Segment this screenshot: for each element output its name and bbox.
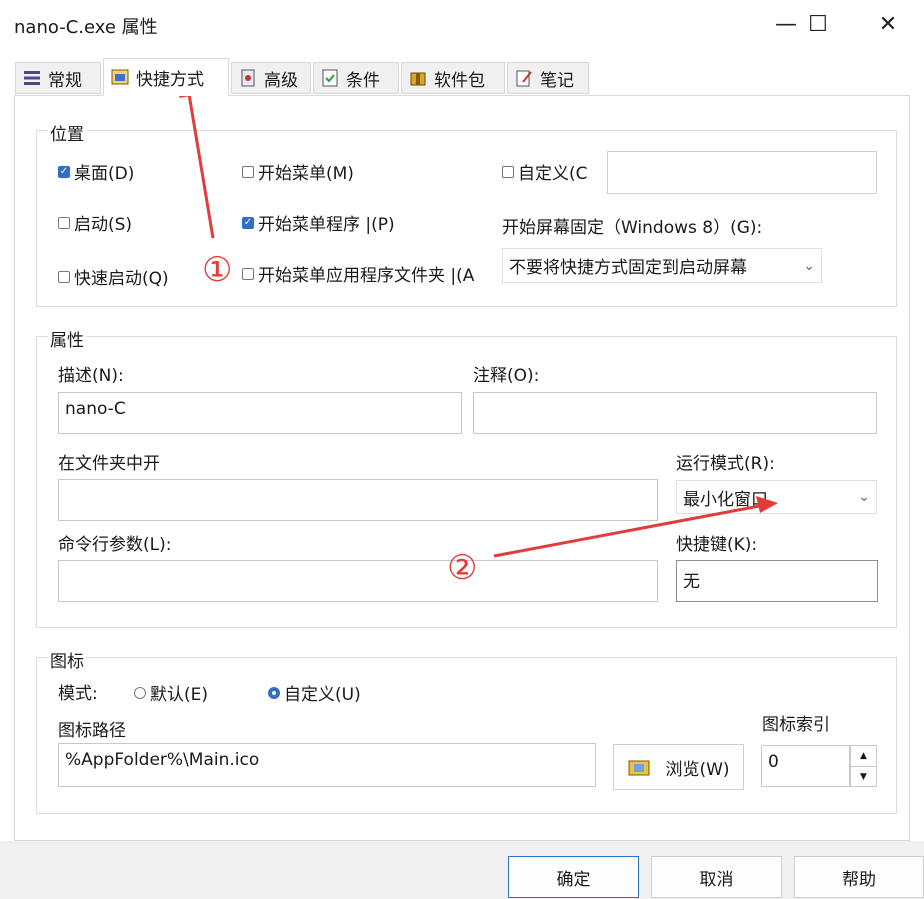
maximize-icon: ☐	[808, 11, 828, 37]
tab-general[interactable]: 常规	[15, 62, 101, 94]
startmenu-apps-label: 开始菜单应用程序文件夹 |(A	[258, 266, 475, 286]
dialog-footer	[0, 841, 924, 899]
help-button[interactable]: 帮助	[794, 856, 924, 898]
ok-button[interactable]: 确定	[508, 856, 639, 898]
desktop-label: 桌面(D)	[74, 164, 135, 184]
start-folder-label: 在文件夹中开	[58, 454, 160, 474]
tab-general-label: 常规	[48, 70, 82, 91]
checkmark-icon: ✓	[242, 216, 254, 229]
startmenu-apps-checkbox[interactable]: 开始菜单应用程序文件夹 |(A	[242, 261, 480, 286]
run-mode-value: 最小化窗口	[683, 489, 768, 510]
quicklaunch-label: 快速启动(Q)	[74, 269, 169, 289]
spin-up-icon[interactable]: ▲	[851, 746, 876, 767]
maximize-button[interactable]: ☐	[796, 4, 840, 44]
startup-label: 启动(S)	[74, 215, 133, 235]
pin-label: 开始屏幕固定（Windows 8）(G):	[502, 218, 763, 238]
browse-label: 浏览(W)	[665, 759, 730, 780]
notes-icon	[516, 70, 532, 87]
checkbox-box	[58, 216, 70, 229]
package-icon	[410, 72, 426, 86]
tab-notes-label: 笔记	[540, 70, 574, 91]
startmenu-programs-label: 开始菜单程序 |(P)	[258, 215, 395, 235]
tab-advanced-label: 高级	[264, 70, 298, 91]
tab-notes[interactable]: 笔记	[507, 62, 589, 94]
radio-off-icon	[134, 686, 146, 699]
icon-index-label: 图标索引	[762, 715, 830, 735]
checkbox-box	[58, 270, 70, 283]
tab-shortcut-label: 快捷方式	[136, 69, 204, 90]
checklist-icon	[322, 69, 338, 87]
startmenu-label: 开始菜单(M)	[258, 164, 354, 184]
tab-package[interactable]: 软件包	[401, 62, 505, 94]
close-button[interactable]: ✕	[866, 4, 910, 44]
folder-browse-icon	[628, 760, 650, 776]
location-legend: 位置	[48, 120, 86, 145]
advanced-icon	[241, 69, 255, 87]
icon-path-field[interactable]: %AppFolder%\Main.ico	[58, 743, 596, 787]
description-field[interactable]: nano-C	[58, 392, 462, 434]
start-folder-field[interactable]	[58, 479, 658, 521]
close-icon: ✕	[878, 11, 898, 37]
custom-location-label: 自定义(C	[518, 164, 588, 184]
run-mode-select[interactable]: 最小化窗口 ⌄	[676, 480, 877, 514]
browse-button[interactable]: 浏览(W)	[613, 744, 744, 790]
startmenu-programs-checkbox[interactable]: ✓ 开始菜单程序 |(P)	[242, 210, 395, 235]
description-label: 描述(N):	[58, 366, 124, 386]
tab-advanced[interactable]: 高级	[231, 62, 311, 94]
radio-on-icon	[268, 686, 280, 699]
icon-path-label: 图标路径	[58, 721, 126, 741]
icon-legend: 图标	[48, 647, 86, 672]
desktop-checkbox[interactable]: ✓ 桌面(D)	[58, 159, 134, 184]
arguments-label: 命令行参数(L):	[58, 535, 172, 555]
mode-label: 模式:	[58, 684, 98, 704]
tab-package-label: 软件包	[434, 70, 485, 91]
window-title: nano-C.exe 属性	[14, 17, 158, 38]
spin-down-icon[interactable]: ▼	[851, 767, 876, 787]
cancel-button[interactable]: 取消	[651, 856, 782, 898]
run-mode-label: 运行模式(R):	[676, 454, 775, 474]
icon-index-field[interactable]: 0	[761, 745, 850, 787]
arguments-field[interactable]	[58, 560, 658, 602]
checkmark-icon: ✓	[58, 165, 70, 178]
pin-select[interactable]: 不要将快捷方式固定到启动屏幕 ⌄	[502, 248, 822, 283]
tab-shortcut[interactable]: 快捷方式	[103, 58, 229, 96]
mode-custom-radio[interactable]: 自定义(U)	[268, 680, 361, 705]
annotation-two: ②	[447, 548, 478, 588]
mode-default-radio[interactable]: 默认(E)	[134, 680, 208, 705]
comment-label: 注释(O):	[473, 366, 540, 386]
startmenu-checkbox[interactable]: 开始菜单(M)	[242, 159, 354, 184]
minimize-icon: —	[775, 11, 797, 37]
hotkey-label: 快捷键(K):	[676, 535, 758, 555]
chevron-down-icon: ⌄	[803, 257, 815, 274]
hotkey-field[interactable]: 无	[676, 560, 878, 602]
mode-default-label: 默认(E)	[150, 685, 209, 705]
list-icon	[24, 71, 40, 85]
custom-location-field[interactable]	[607, 151, 877, 194]
properties-legend: 属性	[48, 326, 86, 351]
pin-select-value: 不要将快捷方式固定到启动屏幕	[509, 258, 747, 278]
custom-location-checkbox[interactable]: 自定义(C	[502, 159, 588, 184]
checkbox-box	[242, 267, 254, 280]
tab-conditions-label: 条件	[346, 70, 380, 91]
tab-conditions[interactable]: 条件	[313, 62, 399, 94]
checkbox-box	[502, 165, 514, 178]
mode-custom-label: 自定义(U)	[284, 685, 361, 705]
annotation-one: ①	[202, 250, 233, 290]
chevron-down-icon: ⌄	[858, 489, 870, 505]
startup-checkbox[interactable]: 启动(S)	[58, 210, 132, 235]
icon-index-spinner: ▲ ▼	[850, 745, 877, 787]
checkbox-box	[242, 165, 254, 178]
shortcut-icon	[111, 69, 129, 85]
quicklaunch-checkbox[interactable]: 快速启动(Q)	[58, 264, 169, 289]
comment-field[interactable]	[473, 392, 877, 434]
